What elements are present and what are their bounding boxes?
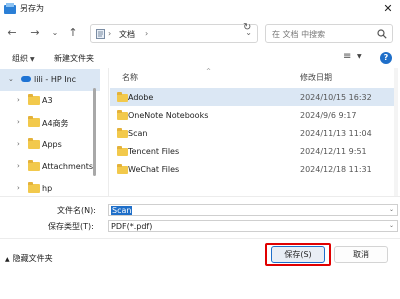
expand-chevron-icon[interactable]: › bbox=[17, 118, 20, 126]
file-name: WeChat Files bbox=[128, 165, 180, 174]
collapse-chevron-icon[interactable]: ⌄ bbox=[8, 75, 14, 83]
save-form: 文件名(N): Scan ⌄ 保存类型(T): PDF(*.pdf) ⌄ bbox=[0, 196, 400, 238]
folder-icon bbox=[117, 92, 128, 102]
view-chevron-icon[interactable]: ▼ bbox=[357, 53, 362, 60]
close-icon[interactable]: ✕ bbox=[376, 0, 400, 18]
save-button[interactable]: 保存(S) bbox=[271, 246, 325, 263]
list-item[interactable]: Adobe 2024/10/15 16:32 bbox=[110, 88, 394, 106]
filetype-select[interactable]: PDF(*.pdf) ⌄ bbox=[108, 220, 398, 232]
sidebar-item-label: Apps bbox=[42, 140, 62, 149]
file-name: OneNote Notebooks bbox=[128, 111, 209, 120]
filetype-label: 保存类型(T): bbox=[48, 222, 94, 231]
sidebar-item-label: A4商务 bbox=[42, 119, 69, 128]
filetype-value: PDF(*.pdf) bbox=[111, 222, 153, 231]
folder-icon bbox=[28, 116, 40, 127]
filename-dropdown-chevron-icon[interactable]: ⌄ bbox=[389, 206, 394, 213]
view-options-icon[interactable]: ≡ bbox=[343, 51, 351, 62]
file-list-scrollbar[interactable] bbox=[394, 68, 398, 196]
caret-up-icon: ▲ bbox=[5, 256, 10, 263]
file-list: 名称 ^ 修改日期 Adobe 2024/10/15 16:32 OneNote… bbox=[110, 68, 400, 196]
list-item[interactable]: Scan 2024/11/13 11:04 bbox=[110, 124, 394, 142]
column-header-name[interactable]: 名称 bbox=[122, 72, 138, 83]
sidebar-item-label: A3 bbox=[42, 96, 53, 105]
cancel-button[interactable]: 取消 bbox=[334, 246, 388, 263]
folder-icon bbox=[28, 182, 40, 193]
sidebar-item-hp[interactable]: › hp bbox=[0, 178, 100, 196]
search-box[interactable]: 在 文档 中搜索 bbox=[265, 24, 393, 43]
expand-chevron-icon[interactable]: › bbox=[17, 96, 20, 104]
documents-location-icon bbox=[96, 29, 105, 39]
sidebar-item-label: Attachments bbox=[42, 162, 94, 171]
folder-icon bbox=[117, 164, 128, 174]
sidebar-scrollbar[interactable] bbox=[93, 88, 96, 176]
help-icon[interactable]: ? bbox=[380, 52, 392, 64]
save-dialog-icon bbox=[4, 3, 16, 14]
file-modified-date: 2024/12/11 9:51 bbox=[300, 147, 367, 156]
filename-label: 文件名(N): bbox=[57, 206, 96, 215]
filename-field[interactable]: Scan ⌄ bbox=[108, 204, 398, 216]
back-arrow-icon[interactable]: ← bbox=[5, 26, 19, 40]
recent-locations-chevron-icon[interactable]: ⌄ bbox=[48, 26, 62, 40]
sidebar-item-a3[interactable]: › A3 bbox=[0, 90, 100, 112]
sidebar-item-label: hp bbox=[42, 184, 53, 193]
refresh-icon[interactable]: ↻ bbox=[243, 22, 251, 33]
folder-icon bbox=[28, 94, 40, 105]
expand-chevron-icon[interactable]: › bbox=[17, 140, 20, 148]
breadcrumb-separator-icon[interactable]: › bbox=[145, 29, 148, 38]
title-bar: 另存为 ✕ bbox=[0, 0, 400, 18]
filetype-dropdown-chevron-icon[interactable]: ⌄ bbox=[389, 222, 394, 229]
file-name: Adobe bbox=[128, 93, 154, 102]
file-modified-date: 2024/9/6 9:17 bbox=[300, 111, 357, 120]
folder-icon bbox=[28, 160, 40, 171]
file-name: Scan bbox=[128, 129, 148, 138]
sort-caret-icon: ^ bbox=[206, 68, 212, 75]
list-item[interactable]: OneNote Notebooks 2024/9/6 9:17 bbox=[110, 106, 394, 124]
search-icon[interactable] bbox=[377, 29, 387, 39]
pane-divider[interactable] bbox=[108, 68, 109, 196]
file-modified-date: 2024/11/13 11:04 bbox=[300, 129, 372, 138]
command-bar: 组织 ▼ 新建文件夹 ≡ ▼ ? bbox=[0, 48, 400, 68]
navigation-bar: ← → ⌄ ↑ › 文档 › ⌄ ↻ 在 文档 中搜索 bbox=[0, 18, 400, 48]
dialog-footer: ▲ 隐藏文件夹 保存(S) 取消 bbox=[0, 238, 400, 299]
navigation-pane: ⌄ lili - HP Inc › A3 › A4商务 › Apps › Att… bbox=[0, 68, 108, 196]
address-bar[interactable]: › 文档 › ⌄ bbox=[90, 24, 258, 43]
sidebar-item-attachments[interactable]: › Attachments bbox=[0, 156, 100, 178]
list-item[interactable]: WeChat Files 2024/12/18 11:31 bbox=[110, 160, 394, 178]
column-header-modified[interactable]: 修改日期 bbox=[300, 72, 332, 83]
expand-chevron-icon[interactable]: › bbox=[17, 184, 20, 192]
organize-button[interactable]: 组织 ▼ bbox=[12, 53, 35, 64]
folder-icon bbox=[117, 146, 128, 156]
file-name: Tencent Files bbox=[128, 147, 180, 156]
cloud-icon bbox=[21, 76, 31, 82]
new-folder-button[interactable]: 新建文件夹 bbox=[54, 53, 94, 64]
breadcrumb-separator-icon[interactable]: › bbox=[108, 29, 111, 38]
folder-icon bbox=[117, 128, 128, 138]
folder-icon bbox=[28, 138, 40, 149]
sidebar-item-apps[interactable]: › Apps bbox=[0, 134, 100, 156]
chevron-down-icon: ▼ bbox=[30, 56, 35, 63]
folder-icon bbox=[117, 110, 128, 120]
sidebar-item-a4-business[interactable]: › A4商务 bbox=[0, 112, 100, 134]
up-arrow-icon[interactable]: ↑ bbox=[66, 26, 80, 40]
list-item[interactable]: Tencent Files 2024/12/11 9:51 bbox=[110, 142, 394, 160]
filename-value[interactable]: Scan bbox=[111, 206, 133, 215]
breadcrumb[interactable]: 文档 bbox=[119, 29, 135, 40]
window-title: 另存为 bbox=[20, 4, 44, 13]
sidebar-item-onedrive[interactable]: ⌄ lili - HP Inc bbox=[0, 69, 100, 91]
expand-chevron-icon[interactable]: › bbox=[17, 162, 20, 170]
file-modified-date: 2024/12/18 11:31 bbox=[300, 165, 372, 174]
forward-arrow-icon[interactable]: → bbox=[28, 26, 42, 40]
sidebar-item-label: lili - HP Inc bbox=[34, 75, 77, 84]
hide-folders-label: 隐藏文件夹 bbox=[12, 254, 53, 263]
search-input[interactable]: 在 文档 中搜索 bbox=[272, 29, 325, 40]
organize-label: 组织 bbox=[12, 54, 28, 63]
hide-folders-toggle[interactable]: ▲ 隐藏文件夹 bbox=[5, 253, 53, 264]
file-modified-date: 2024/10/15 16:32 bbox=[300, 93, 372, 102]
